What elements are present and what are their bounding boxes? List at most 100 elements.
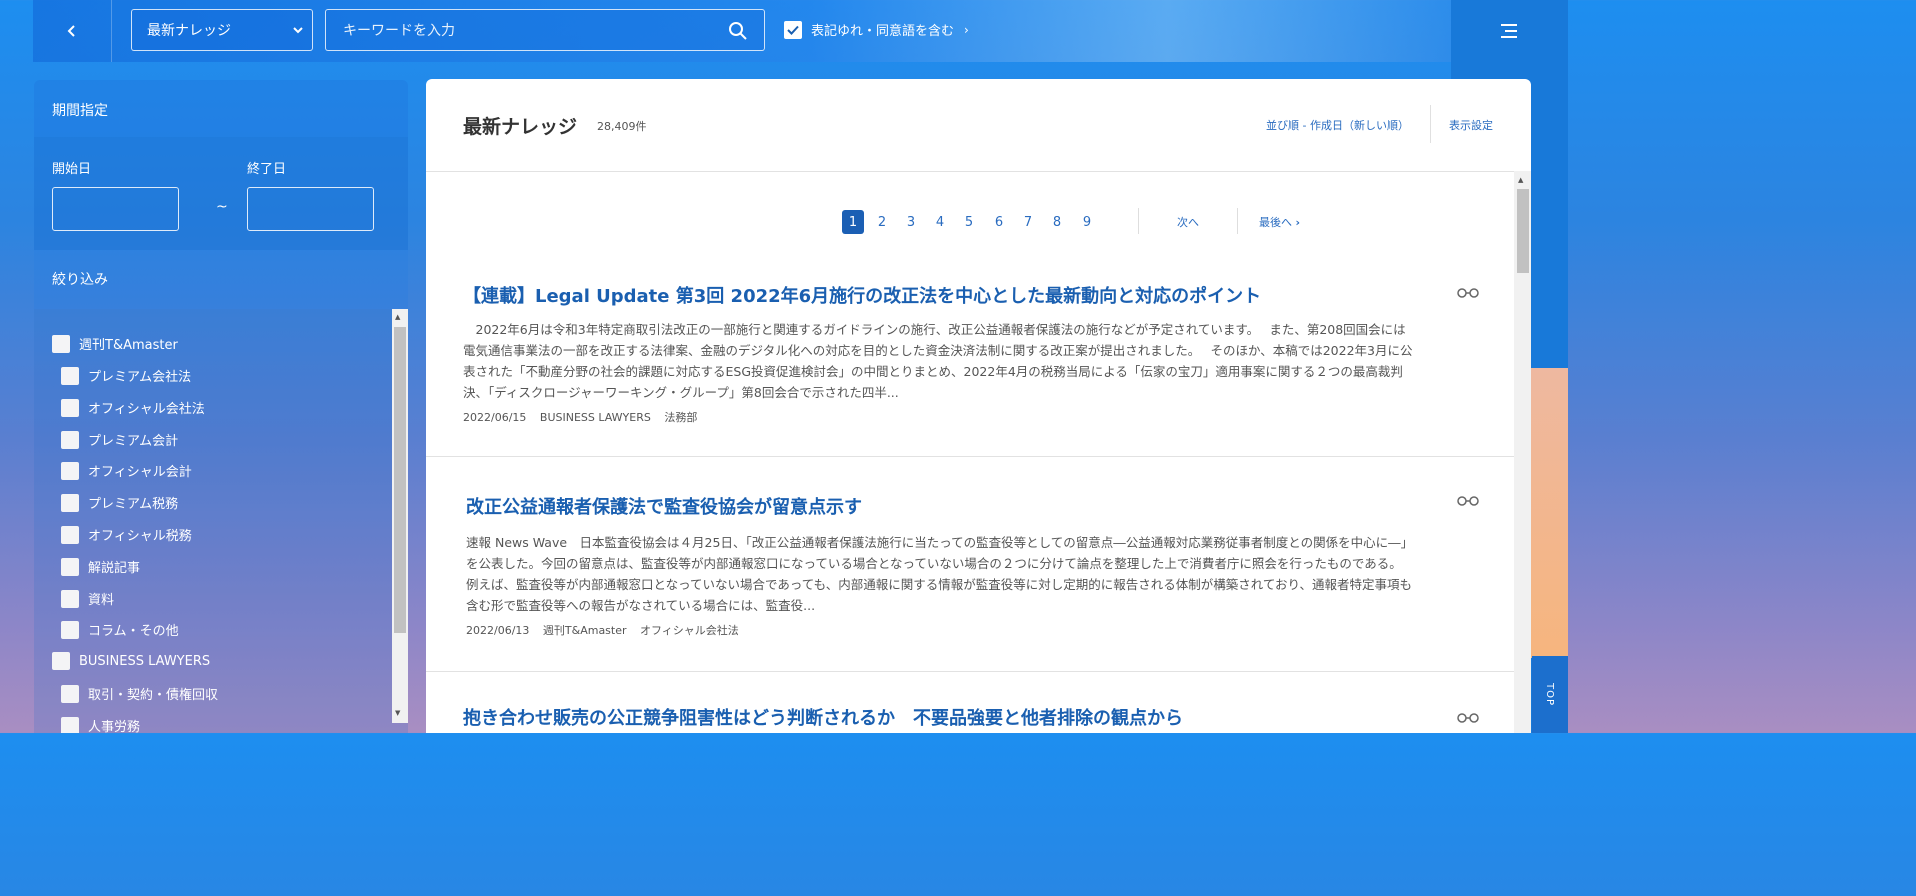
filter-checkbox[interactable] (61, 525, 79, 544)
next-page-button[interactable]: 次へ (1177, 214, 1199, 230)
scroll-up-icon[interactable]: ▲ (1518, 176, 1523, 184)
date-range: 開始日 終了日 ~ (34, 137, 408, 250)
check-icon (787, 25, 799, 35)
filter-scroll-thumb[interactable] (394, 327, 406, 633)
synonym-label: 表記ゆれ・同意語を含む (811, 24, 955, 39)
search-input[interactable] (326, 10, 735, 52)
period-title: 期間指定 (52, 103, 108, 119)
search-icon[interactable] (728, 21, 748, 41)
article-title[interactable]: 【連載】Legal Update 第3回 2022年6月施行の改正法を中心とした… (463, 282, 1261, 308)
filter-item[interactable]: BUSINESS LAWYERS (52, 652, 210, 670)
filter-label: プレミアム税務 (88, 497, 179, 512)
article-title[interactable]: 抱き合わせ販売の公正競争阻害性はどう判断されるか 不要品強要と他者排除の観点から (463, 704, 1183, 730)
filter-item[interactable]: プレミアム税務 (61, 493, 178, 512)
article-item: 改正公益通報者保護法で監査役協会が留意点示す 速報 News Wave 日本監査… (426, 457, 1514, 672)
result-count: 28,409件 (597, 120, 647, 133)
page-button[interactable]: 2 (871, 210, 893, 234)
back-to-top-button[interactable]: TOP (1532, 656, 1568, 733)
results-scroll-thumb[interactable] (1517, 189, 1529, 273)
filter-checkbox[interactable] (61, 589, 79, 608)
article-excerpt: 2022年6月は令和3年特定商取引法改正の一部施行と関連するガイドラインの施行、… (463, 322, 1413, 400)
filter-label: オフィシャル税務 (88, 529, 192, 544)
filter-checkbox[interactable] (52, 334, 70, 353)
filter-item[interactable]: オフィシャル会計 (61, 461, 192, 480)
last-page-button[interactable]: 最後へ › (1259, 214, 1300, 230)
filter-title: 絞り込み (52, 272, 108, 288)
filter-checkbox[interactable] (52, 652, 70, 670)
filter-item[interactable]: オフィシャル税務 (61, 525, 192, 544)
page-button[interactable]: 1 (842, 210, 864, 234)
filter-checkbox[interactable] (61, 366, 79, 385)
glasses-icon[interactable] (1456, 495, 1480, 507)
search-box (325, 9, 765, 52)
end-date-input[interactable] (247, 187, 374, 231)
filter-item[interactable]: 資料 (61, 589, 114, 608)
article-item: 抱き合わせ販売の公正競争阻害性はどう判断されるか 不要品強要と他者排除の観点から (426, 672, 1514, 733)
start-date-input[interactable] (52, 187, 179, 231)
results-header: 最新ナレッジ 28,409件 並び順 - 作成日（新しい順） 表示設定 (426, 79, 1531, 172)
select-value: 最新ナレッジ (147, 23, 231, 39)
divider (1430, 105, 1431, 143)
glasses-icon[interactable] (1456, 712, 1480, 724)
background-accent (1528, 368, 1568, 658)
article-item: 【連載】Legal Update 第3回 2022年6月施行の改正法を中心とした… (426, 257, 1514, 457)
page-button[interactable]: 6 (988, 210, 1010, 234)
results-panel: 最新ナレッジ 28,409件 並び順 - 作成日（新しい順） 表示設定 1 2 … (426, 79, 1531, 733)
page-title: 最新ナレッジ (463, 116, 578, 138)
page-button[interactable]: 5 (958, 210, 980, 234)
filter-label: BUSINESS LAWYERS (79, 653, 211, 669)
page-button[interactable]: 3 (900, 210, 922, 234)
article-excerpt: 速報 News Wave 日本監査役協会は４月25日、「改正公益通報者保護法施行… (466, 535, 1413, 613)
filter-list: 週刊T&Amaster プレミアム会社法 オフィシャル会社法 プレミアム会計 オ… (34, 309, 408, 733)
filter-checkbox[interactable] (61, 557, 79, 576)
display-settings-button[interactable]: 表示設定 (1449, 117, 1493, 133)
filter-item[interactable]: コラム・その他 (61, 620, 179, 639)
page-button[interactable]: 8 (1046, 210, 1068, 234)
filter-item[interactable]: プレミアム会計 (61, 430, 178, 449)
page-button[interactable]: 7 (1017, 210, 1039, 234)
article-source: BUSINESS LAWYERS (539, 411, 651, 424)
knowledge-type-select[interactable]: 最新ナレッジ (131, 9, 313, 51)
filter-item[interactable]: 人事労務 (61, 716, 140, 733)
filter-label: オフィシャル会計 (88, 465, 192, 480)
filter-label: 解説記事 (88, 561, 141, 576)
pagination-divider (1237, 208, 1238, 234)
end-date-label: 終了日 (247, 162, 287, 177)
filter-item[interactable]: 週刊T&Amaster (52, 334, 178, 353)
filter-checkbox[interactable] (61, 398, 79, 417)
start-date-label: 開始日 (52, 162, 92, 177)
filter-checkbox[interactable] (61, 430, 79, 449)
page-button[interactable]: 9 (1076, 210, 1098, 234)
filter-checkbox[interactable] (61, 716, 79, 733)
filter-section-header: 絞り込み (34, 250, 408, 309)
period-section-header: 期間指定 (34, 80, 408, 137)
filter-label: 資料 (88, 593, 115, 608)
chevron-right-icon: › (1295, 216, 1301, 229)
filter-checkbox[interactable] (61, 620, 79, 639)
sort-button[interactable]: 並び順 - 作成日（新しい順） (1266, 117, 1409, 133)
article-date: 2022/06/15 (463, 411, 527, 424)
synonym-toggle[interactable]: 表記ゆれ・同意語を含む › (784, 20, 969, 39)
filter-checkbox[interactable] (61, 461, 79, 480)
filter-checkbox[interactable] (61, 684, 79, 703)
filter-label: 取引・契約・債権回収 (88, 688, 219, 703)
menu-icon[interactable] (1499, 23, 1519, 39)
filter-item[interactable]: オフィシャル会社法 (61, 398, 205, 417)
filter-label: プレミアム会社法 (88, 370, 192, 385)
article-category: 法務部 (664, 411, 698, 424)
filter-item[interactable]: プレミアム会社法 (61, 366, 191, 385)
back-button[interactable] (33, 0, 112, 62)
synonym-checkbox[interactable] (784, 20, 802, 39)
article-title[interactable]: 改正公益通報者保護法で監査役協会が留意点示す (466, 493, 862, 519)
page-button[interactable]: 4 (929, 210, 951, 234)
filter-label: オフィシャル会社法 (88, 402, 205, 417)
scroll-down-icon[interactable]: ▼ (395, 709, 400, 717)
chevron-down-icon (293, 27, 303, 34)
scroll-up-icon[interactable]: ▲ (395, 313, 400, 321)
filter-checkbox[interactable] (61, 493, 79, 512)
filter-item[interactable]: 取引・契約・債権回収 (61, 684, 218, 703)
date-separator: ~ (216, 199, 228, 215)
glasses-icon[interactable] (1456, 287, 1480, 299)
article-source: 週刊T&Amaster (542, 624, 627, 637)
filter-item[interactable]: 解説記事 (61, 557, 140, 576)
